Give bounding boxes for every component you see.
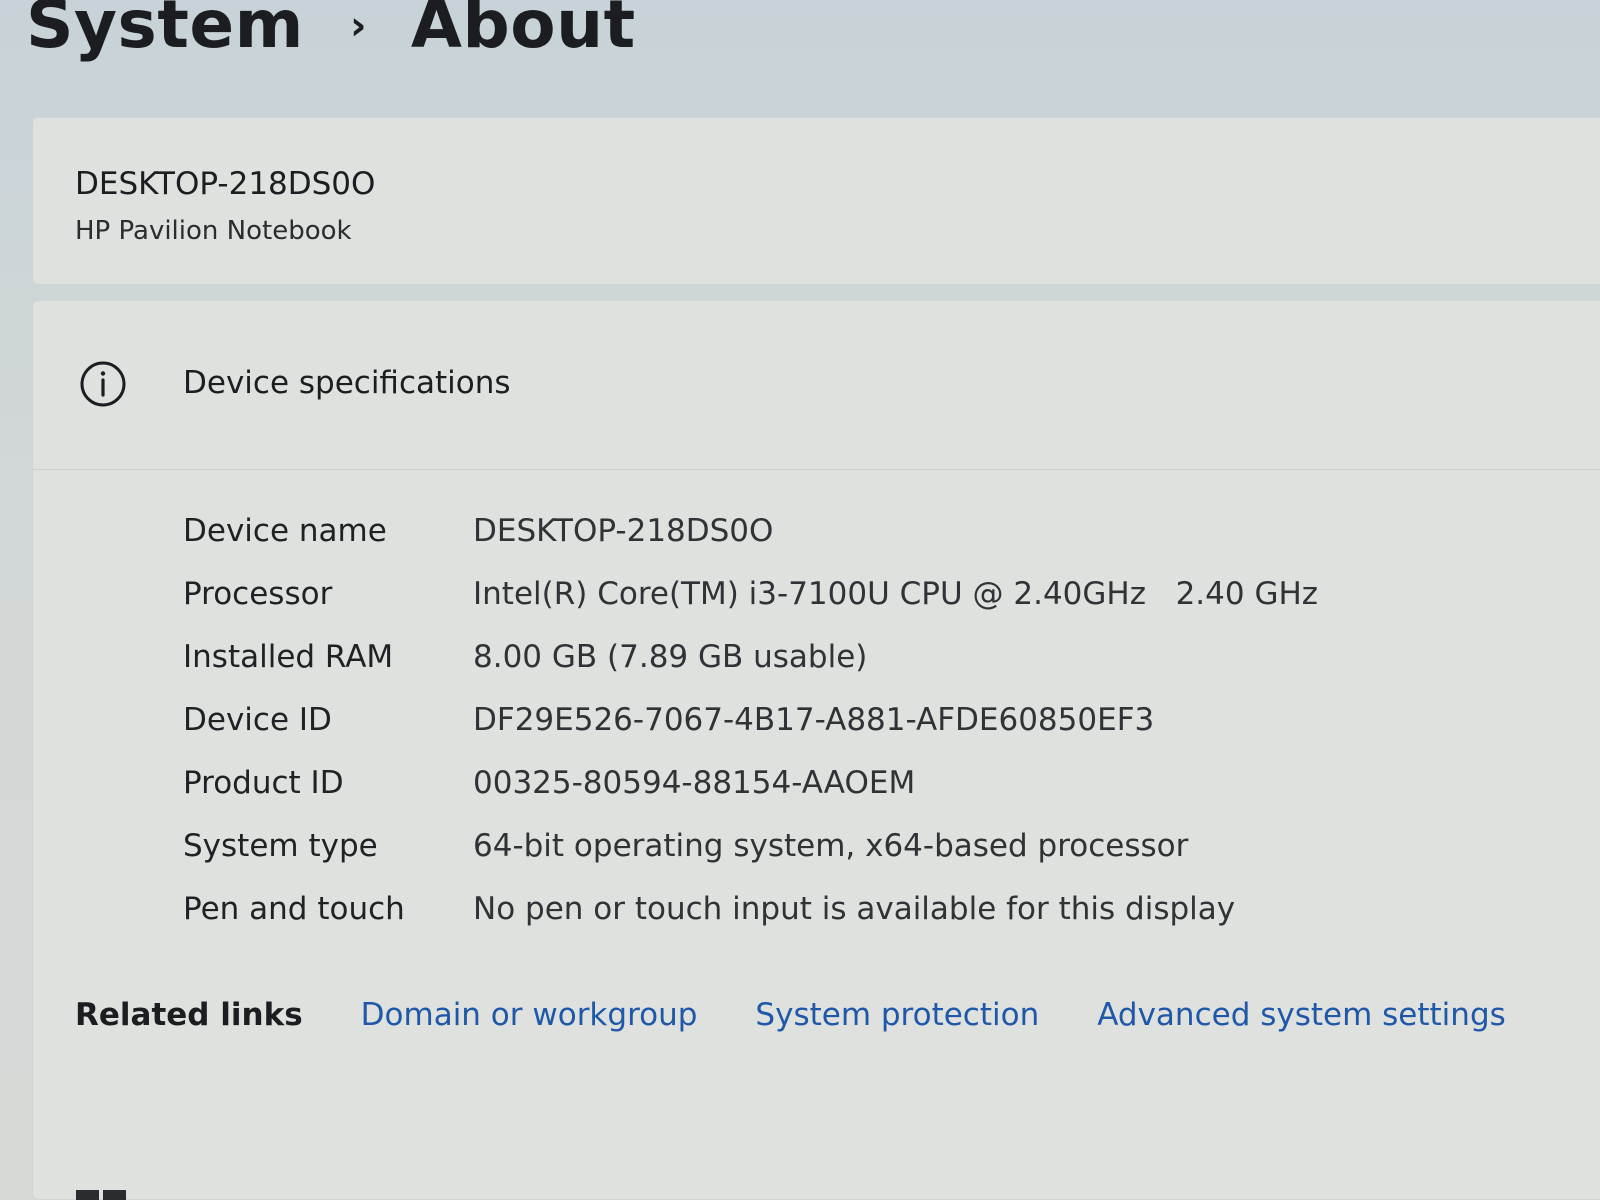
spec-value: DESKTOP-218DS0O (473, 512, 774, 549)
spec-row-device-id: Device ID DF29E526-7067-4B17-A881-AFDE60… (183, 688, 1318, 751)
spec-label: System type (183, 827, 378, 864)
spec-value: Intel(R) Core(TM) i3-7100U CPU @ 2.40GHz… (473, 575, 1319, 612)
windows-start-icon[interactable] (76, 1190, 126, 1200)
spec-list: Device name DESKTOP-218DS0O Processor In… (183, 499, 1318, 940)
device-specifications-card: Device specifications Device name DESKTO… (32, 300, 1600, 1200)
spec-row-device-name: Device name DESKTOP-218DS0O (183, 499, 1318, 562)
spec-value: 64-bit operating system, x64-based proce… (473, 827, 1189, 864)
info-icon (80, 361, 126, 407)
spec-row-installed-ram: Installed RAM 8.00 GB (7.89 GB usable) (183, 625, 1318, 688)
spec-row-pen-and-touch: Pen and touch No pen or touch input is a… (183, 877, 1318, 940)
spec-label: Installed RAM (183, 638, 394, 675)
spec-value: 8.00 GB (7.89 GB usable) (473, 638, 868, 675)
device-model: HP Pavilion Notebook (75, 216, 352, 246)
spec-label: Device ID (183, 701, 332, 738)
chevron-right-icon: › (349, 3, 367, 49)
spec-label: Pen and touch (183, 890, 405, 927)
advanced-system-settings-link[interactable]: Advanced system settings (1097, 997, 1506, 1033)
system-protection-link[interactable]: System protection (755, 997, 1039, 1033)
breadcrumb: System › About (26, 0, 636, 63)
page-title: About (410, 0, 636, 63)
related-links: Related links Domain or workgroup System… (75, 997, 1564, 1033)
related-links-label: Related links (75, 997, 303, 1033)
breadcrumb-parent[interactable]: System (26, 0, 304, 63)
spec-label: Processor (183, 575, 333, 612)
device-specifications-header[interactable]: Device specifications (33, 301, 1600, 470)
domain-or-workgroup-link[interactable]: Domain or workgroup (361, 997, 698, 1033)
device-card: DESKTOP-218DS0O HP Pavilion Notebook (32, 117, 1600, 285)
spec-row-processor: Processor Intel(R) Core(TM) i3-7100U CPU… (183, 562, 1318, 625)
spec-value: DF29E526-7067-4B17-A881-AFDE60850EF3 (473, 701, 1155, 738)
spec-label: Device name (183, 512, 387, 549)
device-name-heading: DESKTOP-218DS0O (75, 166, 376, 202)
spec-row-product-id: Product ID 00325-80594-88154-AAOEM (183, 751, 1318, 814)
spec-label: Product ID (183, 764, 344, 801)
spec-value: No pen or touch input is available for t… (473, 890, 1236, 927)
spec-row-system-type: System type 64-bit operating system, x64… (183, 814, 1318, 877)
device-specifications-title: Device specifications (183, 365, 511, 401)
spec-value: 00325-80594-88154-AAOEM (473, 764, 916, 801)
